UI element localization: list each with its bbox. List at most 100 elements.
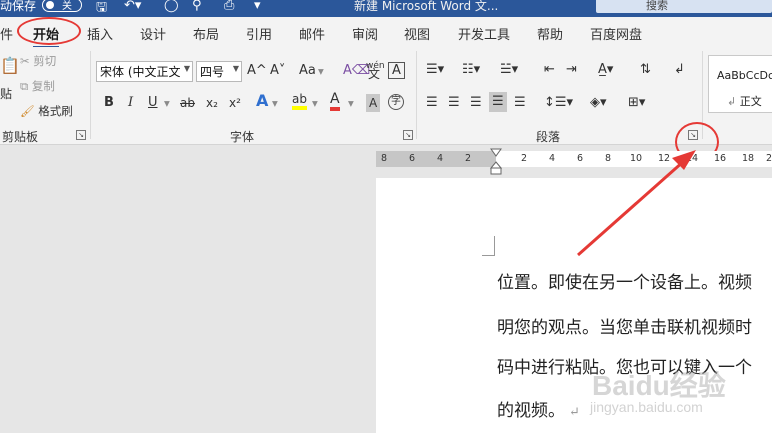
font-group-label: 字体 <box>230 130 255 144</box>
customize-toolbar-icon[interactable]: ▾ <box>254 0 261 13</box>
align-center-icon[interactable]: ☰ <box>448 94 460 112</box>
strikethrough-button[interactable]: ab <box>180 94 195 112</box>
line-spacing-icon[interactable]: ↕☰▾ <box>544 94 573 112</box>
borders-icon[interactable]: ⊞▾ <box>628 94 645 112</box>
subscript-button[interactable]: x₂ <box>206 94 218 112</box>
autosave-toggle[interactable]: 关 <box>42 0 82 12</box>
italic-button[interactable]: I <box>128 94 133 112</box>
decrease-indent-icon[interactable]: ⇤ <box>544 61 555 79</box>
margin-corner-mark <box>482 236 495 256</box>
ruler-number: 12 <box>658 153 671 164</box>
ruler-number: 4 <box>437 153 444 164</box>
copy-button[interactable]: ⧉ 复制 <box>20 78 55 94</box>
print-icon[interactable]: ⎙ <box>224 0 234 13</box>
numbering-icon[interactable]: ☷▾ <box>462 61 480 79</box>
show-hide-marks-icon[interactable]: ↲ <box>674 61 685 79</box>
document-line[interactable]: 明您的观点。当您单击联机视频时 <box>497 313 752 338</box>
undo-icon[interactable]: ↶▾ <box>124 0 141 13</box>
ribbon: 📋 贴 ✂ 剪切 ⧉ 复制 🖌 格式刷 剪贴板 ↘ 宋体 (中文正文 ▼ 四号 ▼ … <box>0 47 772 145</box>
tab-view[interactable]: 视图 <box>404 24 430 43</box>
autosave-label: 动保存 <box>0 0 37 13</box>
shrink-font-button[interactable]: A˅ <box>270 62 285 80</box>
tab-mailings[interactable]: 邮件 <box>299 24 325 43</box>
bold-button[interactable]: B <box>104 94 114 112</box>
sort-icon[interactable]: ⇅ <box>640 61 651 79</box>
highlight-button[interactable]: ab <box>292 92 307 110</box>
change-case-dropdown-icon[interactable]: ▾ <box>318 62 324 80</box>
home-tab-annotation-ellipse <box>17 17 81 45</box>
paragraph-mark-icon: ↲ <box>727 95 737 108</box>
paste-button[interactable]: 贴 <box>0 85 12 103</box>
ruler-number: 14 <box>686 153 699 164</box>
indent-marker-icon[interactable] <box>490 147 502 175</box>
style-normal[interactable]: AaBbCcDc ↲ 正文 <box>708 55 772 113</box>
font-color-dropdown-icon[interactable]: ▾ <box>348 94 354 112</box>
cut-button[interactable]: ✂ 剪切 <box>20 53 56 69</box>
distributed-icon[interactable]: ☰ <box>514 94 526 112</box>
ruler-number: 2 <box>521 153 528 164</box>
character-shading-button[interactable]: A <box>366 94 381 112</box>
tab-design[interactable]: 设计 <box>140 24 166 43</box>
tab-layout[interactable]: 布局 <box>193 24 219 43</box>
search-quick-icon[interactable]: ⚲ <box>192 0 202 13</box>
phonetic-guide-glyph: 文 <box>368 67 381 81</box>
superscript-button[interactable]: x² <box>229 94 241 112</box>
search-box[interactable]: 搜索 <box>596 0 772 13</box>
ruler-number: 10 <box>630 153 643 164</box>
text-effects-button[interactable]: A <box>256 92 268 110</box>
ruler-number: 18 <box>742 153 755 164</box>
increase-indent-icon[interactable]: ⇥ <box>566 61 577 79</box>
align-right-icon[interactable]: ☰ <box>470 94 482 112</box>
ruler-number: 4 <box>549 153 556 164</box>
ruler-number: 2 <box>465 153 472 164</box>
font-size-combo[interactable]: 四号 ▼ <box>196 61 242 82</box>
tab-references[interactable]: 引用 <box>246 24 272 43</box>
shading-bucket-icon[interactable]: ◈▾ <box>590 94 607 112</box>
tab-help[interactable]: 帮助 <box>537 24 563 43</box>
document-line[interactable]: 位置。即使在另一个设备上。视频 <box>497 268 752 293</box>
redo-icon[interactable]: ◯ <box>164 0 179 13</box>
document-line-text: 的视频。 <box>497 401 565 421</box>
chinese-layout-icon[interactable]: A̲▾ <box>598 61 613 79</box>
chevron-down-icon: ▼ <box>183 64 190 73</box>
save-icon[interactable]: 🖫 <box>96 0 107 17</box>
character-border-button[interactable]: A <box>388 62 405 79</box>
font-name-combo[interactable]: 宋体 (中文正文 ▼ <box>96 61 193 82</box>
font-size-value: 四号 <box>200 65 225 79</box>
tab-baidu-netdisk[interactable]: 百度网盘 <box>590 24 642 43</box>
format-painter-label: 格式刷 <box>38 104 73 118</box>
ribbon-tabs: 件 开始 插入 设计 布局 引用 邮件 审阅 视图 开发工具 帮助 百度网盘 <box>0 17 772 48</box>
tab-review[interactable]: 审阅 <box>352 24 378 43</box>
enclose-characters-button[interactable]: 字 <box>388 94 404 110</box>
align-left-icon[interactable]: ☰ <box>426 94 438 112</box>
clipboard-launcher-icon[interactable]: ↘ <box>76 130 86 140</box>
grow-font-button[interactable]: A^ <box>247 62 267 80</box>
underline-button[interactable]: U <box>148 94 158 112</box>
change-case-button[interactable]: Aa <box>299 62 316 80</box>
underline-dropdown-icon[interactable]: ▾ <box>164 94 170 112</box>
paste-icon[interactable]: 📋 <box>0 57 20 75</box>
format-painter-button[interactable]: 🖌 格式刷 <box>20 103 73 119</box>
search-box-label: 搜索 <box>646 0 668 12</box>
tab-file[interactable]: 件 <box>0 24 13 43</box>
multilevel-list-icon[interactable]: ☱▾ <box>500 61 518 79</box>
style-name: ↲ 正文 <box>727 93 762 109</box>
justify-icon[interactable]: ☰ <box>489 92 507 112</box>
font-launcher-icon[interactable]: ↘ <box>403 130 413 140</box>
paragraph-mark-icon: ↵ <box>569 405 580 420</box>
bullets-icon[interactable]: ☰▾ <box>426 61 444 79</box>
copy-label: 复制 <box>31 79 55 93</box>
group-divider <box>90 51 91 139</box>
font-color-button[interactable]: A <box>330 92 340 111</box>
document-line-last[interactable]: 的视频。 ↵ <box>497 396 580 421</box>
text-effects-dropdown-icon[interactable]: ▾ <box>272 94 278 112</box>
ruler-number: 8 <box>605 153 612 164</box>
baidu-watermark: Baidu经验 <box>592 370 726 401</box>
scissors-icon: ✂ <box>20 54 30 68</box>
tab-developer[interactable]: 开发工具 <box>458 24 510 43</box>
ruler-number: 8 <box>381 153 388 164</box>
ruler-number: 16 <box>714 153 727 164</box>
tab-insert[interactable]: 插入 <box>87 24 113 43</box>
highlight-dropdown-icon[interactable]: ▾ <box>312 94 318 112</box>
cut-label: 剪切 <box>33 54 57 68</box>
